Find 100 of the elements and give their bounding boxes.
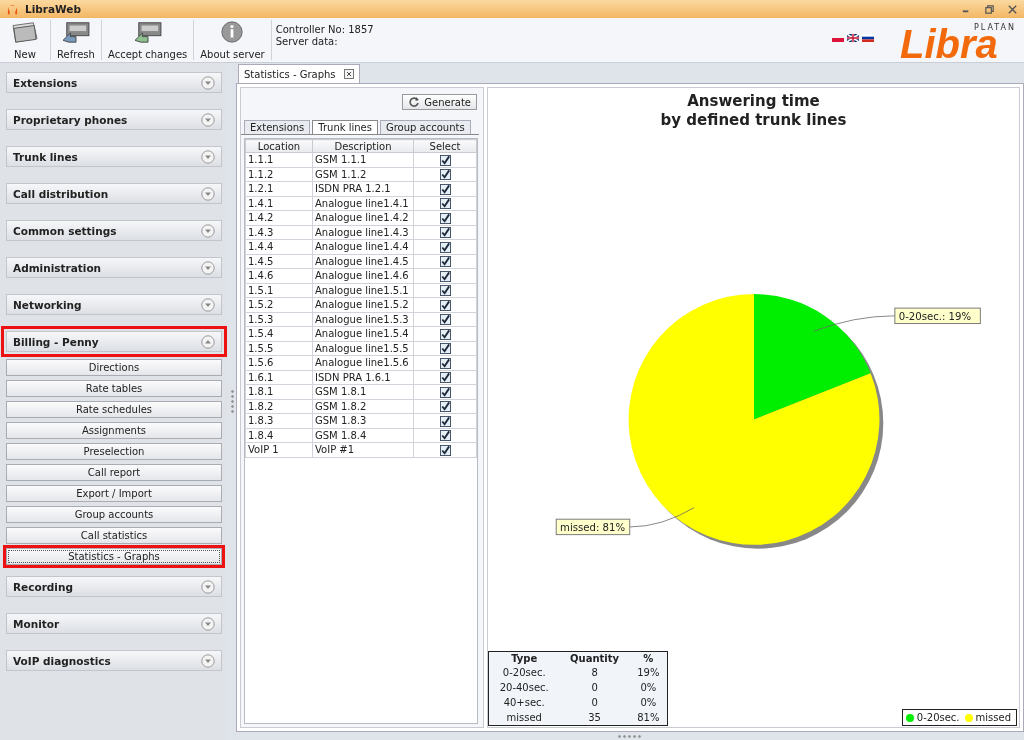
column-header: Quantity	[569, 652, 621, 665]
server-info-text: Controller No: 1857	[275, 24, 374, 35]
sidebar-item[interactable]: Rate tables	[6, 380, 222, 397]
chevron-down-icon	[201, 223, 215, 238]
app-logo-icon	[6, 2, 19, 16]
checkbox[interactable]	[439, 183, 451, 195]
checkbox[interactable]	[439, 372, 451, 384]
table-cell: GSM 1.8.3	[312, 413, 414, 428]
table-cell: Analogue line1.4.6	[312, 268, 414, 283]
sidebar-section[interactable]: Proprietary phones	[6, 109, 222, 130]
sidebar-section[interactable]: VoIP diagnostics	[6, 650, 222, 671]
sidebar-item[interactable]: Preselection	[6, 443, 222, 460]
checkbox[interactable]	[439, 198, 451, 210]
data-label: 0-20sec.: 19%	[898, 310, 972, 322]
checkbox[interactable]	[439, 415, 451, 427]
sidebar-section[interactable]: Common settings	[6, 220, 222, 241]
checkbox[interactable]	[439, 343, 451, 355]
checkbox[interactable]	[439, 430, 451, 442]
sidebar-section[interactable]: Networking	[6, 294, 222, 315]
chevron-down-icon	[201, 616, 215, 631]
chevron-down-icon	[201, 579, 215, 594]
table-cell: 1.4.2	[245, 210, 313, 225]
checkbox[interactable]	[439, 314, 451, 326]
tab[interactable]: Trunk lines	[312, 120, 378, 134]
table-cell: Analogue line1.5.6	[312, 355, 414, 370]
window-title: LibraWeb	[25, 3, 81, 15]
table-cell: 1.8.3	[245, 413, 313, 428]
toolbar-button[interactable]: Accept changes	[102, 18, 194, 62]
chevron-down-icon	[201, 75, 215, 90]
checkbox[interactable]	[439, 212, 451, 224]
sidebar-item[interactable]: Group accounts	[6, 506, 222, 523]
table-cell: 1.5.4	[245, 326, 313, 341]
checkbox[interactable]	[439, 444, 451, 456]
close-icon[interactable]	[343, 69, 354, 79]
sidebar-section[interactable]: Recording	[6, 576, 222, 597]
toolbar-button[interactable]: About server	[194, 18, 271, 62]
refresh-icon	[408, 96, 421, 108]
table-cell: 1.5.5	[245, 341, 313, 356]
flag-icon[interactable]	[862, 34, 874, 42]
document-tab[interactable]: Statistics - Graphs	[238, 64, 360, 83]
sidebar-section[interactable]: Extensions	[6, 72, 222, 93]
restore-icon[interactable]	[984, 3, 995, 15]
table-cell: 1.5.6	[245, 355, 313, 370]
table-cell: 1.4.3	[245, 225, 313, 240]
table-cell: 1.5.2	[245, 297, 313, 312]
table-cell: Analogue line1.4.4	[312, 239, 414, 254]
column-header[interactable]: Description	[312, 139, 414, 153]
table-cell-text: 0%	[639, 696, 658, 710]
checkbox[interactable]	[439, 227, 451, 239]
sidebar-section[interactable]: Billing - Penny	[6, 331, 222, 352]
table-cell-text: 35	[587, 711, 602, 725]
checkbox[interactable]	[439, 401, 451, 413]
sidebar-item[interactable]: Assignments	[6, 422, 222, 439]
column-header[interactable]: Location	[245, 139, 313, 153]
table-cell: Analogue line1.5.5	[312, 341, 414, 356]
sidebar-item[interactable]: Call report	[6, 464, 222, 481]
chevron-down-icon	[201, 653, 215, 668]
sidebar-item[interactable]: Directions	[6, 359, 222, 376]
toolbar-button[interactable]: Refresh	[51, 18, 101, 62]
checkbox[interactable]	[439, 357, 451, 369]
checkbox[interactable]	[439, 241, 451, 253]
checkbox[interactable]	[439, 299, 451, 311]
table-cell: VoIP #1	[312, 442, 414, 457]
tab[interactable]: Group accounts	[379, 120, 471, 134]
chevron-down-icon	[201, 260, 215, 275]
column-header[interactable]: Select	[413, 139, 477, 153]
flag-icon[interactable]	[847, 34, 859, 42]
sidebar-section[interactable]: Call distribution	[6, 183, 222, 204]
generate-button[interactable]: Generate	[402, 94, 477, 110]
table-cell: 1.1.2	[245, 167, 313, 182]
sidebar-item[interactable]: Export / Import	[6, 485, 222, 502]
table-cell-text: 0	[590, 681, 599, 695]
tab[interactable]: Extensions	[244, 120, 311, 134]
checkbox[interactable]	[439, 328, 451, 340]
sidebar-section[interactable]: Monitor	[6, 613, 222, 634]
table-cell-text: 0%	[639, 681, 658, 695]
splitter-handle[interactable]	[617, 734, 643, 738]
server-info-text: Server data:	[275, 36, 339, 47]
folder-icon	[10, 20, 40, 44]
sidebar-item[interactable]: Call statistics	[6, 527, 222, 544]
sidebar-item[interactable]: Statistics - Graphs	[6, 548, 222, 565]
checkbox[interactable]	[439, 154, 451, 166]
checkbox[interactable]	[439, 256, 451, 268]
toolbar-button[interactable]: New	[0, 18, 50, 62]
checkbox[interactable]	[439, 270, 451, 282]
chevron-down-icon	[201, 186, 215, 201]
checkbox[interactable]	[439, 386, 451, 398]
table-cell: GSM 1.1.2	[312, 167, 414, 182]
checkbox[interactable]	[439, 285, 451, 297]
checkbox[interactable]	[439, 169, 451, 181]
sidebar-section[interactable]: Administration	[6, 257, 222, 278]
splitter-handle[interactable]	[230, 388, 234, 415]
sidebar-item[interactable]: Rate schedules	[6, 401, 222, 418]
legend-label: 0-20sec.	[916, 712, 960, 723]
table-cell: GSM 1.8.4	[312, 428, 414, 443]
close-icon[interactable]	[1007, 3, 1018, 15]
sidebar-section[interactable]: Trunk lines	[6, 146, 222, 167]
table-cell-text: 0-20sec.	[501, 666, 547, 680]
table-cell: Analogue line1.4.1	[312, 196, 414, 211]
table-cell: Analogue line1.5.2	[312, 297, 414, 312]
